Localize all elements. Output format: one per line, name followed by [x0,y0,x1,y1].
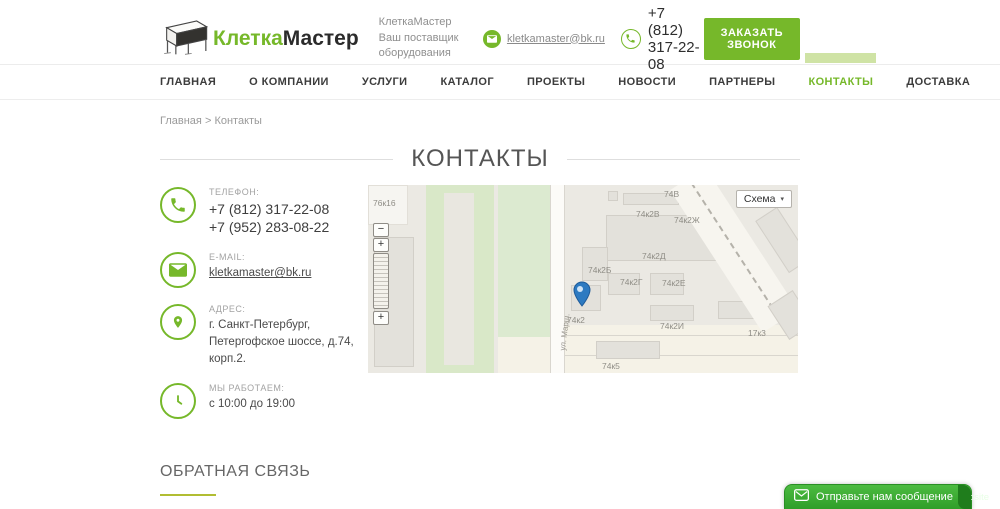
map-type-label: Схема [744,193,776,205]
page-title: КОНТАКТЫ [411,145,548,173]
map-building-label: 74к5 [602,361,620,371]
phone-label: ТЕЛЕФОН: [209,187,329,197]
nav-item-home[interactable]: ГЛАВНАЯ [160,76,216,88]
header-email: kletkamaster@bk.ru [483,30,605,48]
chat-message: Отправьте нам сообщение [816,491,953,503]
map-pin-icon [160,304,196,340]
map-area [498,337,550,373]
breadcrumb-home-link[interactable]: Главная [160,115,202,127]
logo[interactable]: КлеткаМастер [160,16,359,61]
map-building [582,247,608,281]
feedback-title-underline [160,494,216,496]
phone-number-1: +7 (812) 317-22-08 [209,200,329,218]
map-building-label: 74к2Ж [674,215,700,225]
address-line-1: г. Санкт-Петербург, [209,317,368,334]
breadcrumb-current: Контакты [214,115,262,127]
chat-widget[interactable]: Отправьте нам сообщение jivosite [784,484,972,509]
nav-item-news[interactable]: НОВОСТИ [618,76,676,88]
contact-email-row: E-MAIL: kletkamaster@bk.ru [160,252,368,288]
contact-phone-row: ТЕЛЕФОН: +7 (812) 317-22-08 +7 (952) 283… [160,187,368,236]
breadcrumb-separator: > [205,115,211,127]
zoom-in-button[interactable]: + [373,238,389,252]
chat-envelope-icon [794,488,809,506]
feedback-title: ОБРАТНАЯ СВЯЗЬ [160,463,800,481]
zoom-slider[interactable] [373,253,389,309]
phone-number-2: +7 (952) 283-08-22 [209,218,329,236]
chevron-down-icon: ▾ [780,195,784,203]
logo-text: КлеткаМастер [213,27,359,51]
map-building-label: 74к2Д [642,251,666,261]
map-building-label: 74к2Г [620,277,643,287]
map-path [444,193,474,365]
email-icon [483,30,501,48]
zoom-in-button-bottom[interactable]: + [373,311,389,325]
map-building [608,191,618,201]
contact-info: ТЕЛЕФОН: +7 (812) 317-22-08 +7 (952) 283… [160,185,368,435]
map-building-label: 74к2Б [588,265,611,275]
address-line-2: Петергофское шоссе, д.74, корп.2. [209,334,368,367]
map-building [596,341,660,359]
header-email-link[interactable]: kletkamaster@bk.ru [507,33,605,45]
map-building-label: 76к16 [373,198,396,208]
nav-item-partners[interactable]: ПАРТНЕРЫ [709,76,775,88]
address-label: АДРЕС: [209,304,368,314]
map-building-label: 74В [664,189,679,199]
nav-item-about[interactable]: О КОМПАНИИ [249,76,329,88]
nav-item-catalog[interactable]: КАТАЛОГ [440,76,494,88]
email-label: E-MAIL: [209,252,311,262]
order-call-button[interactable]: ЗАКАЗАТЬ ЗВОНОК [704,18,800,60]
map[interactable]: 76к16 74В 74к2В 74к2Ж 74к2Д 74к2Б 74к2Г … [368,185,798,373]
tagline: КлеткаМастер Ваш поставщик оборудования [379,15,461,63]
contact-hours-row: МЫ РАБОТАЕМ: с 10:00 до 19:00 [160,383,368,419]
header-phone: +7 (812) 317-22-08 [621,5,704,73]
map-pin[interactable] [573,281,591,312]
map-building [650,305,694,321]
page-title-row: КОНТАКТЫ [160,145,800,173]
breadcrumb: Главная > Контакты [160,115,800,127]
header-phone-number: +7 (812) 317-22-08 [648,5,704,73]
logo-cage-icon [160,16,210,61]
phone-icon [621,29,641,49]
map-building-label: 74к2И [660,321,684,331]
email-icon [160,252,196,288]
title-line-left [160,159,393,160]
nav-item-delivery[interactable]: ДОСТАВКА [906,76,970,88]
page: КлеткаМастер КлеткаМастер Ваш поставщик … [0,0,1000,509]
nav-item-services[interactable]: УСЛУГИ [362,76,408,88]
contact-address-row: АДРЕС: г. Санкт-Петербург, Петергофское … [160,304,368,367]
hours-label: МЫ РАБОТАЕМ: [209,383,295,393]
phone-icon [160,187,196,223]
map-building-label: 17к3 [748,328,766,338]
map-building-label: 74к2В [636,209,660,219]
map-building-label: 74к2Е [662,278,686,288]
nav-item-projects[interactable]: ПРОЕКТЫ [527,76,585,88]
main-nav: ГЛАВНАЯ О КОМПАНИИ УСЛУГИ КАТАЛОГ ПРОЕКТ… [0,64,1000,100]
header: КлеткаМастер КлеткаМастер Ваш поставщик … [160,0,800,64]
zoom-out-button[interactable]: − [373,223,389,237]
title-line-right [567,159,800,160]
chat-fold-decoration [958,485,971,509]
nav-item-contacts[interactable]: КОНТАКТЫ [808,76,873,88]
contact-email-link[interactable]: kletkamaster@bk.ru [209,267,311,279]
clock-icon [160,383,196,419]
map-type-dropdown[interactable]: Схема ▾ [736,190,792,208]
hours-value: с 10:00 до 19:00 [209,396,295,413]
